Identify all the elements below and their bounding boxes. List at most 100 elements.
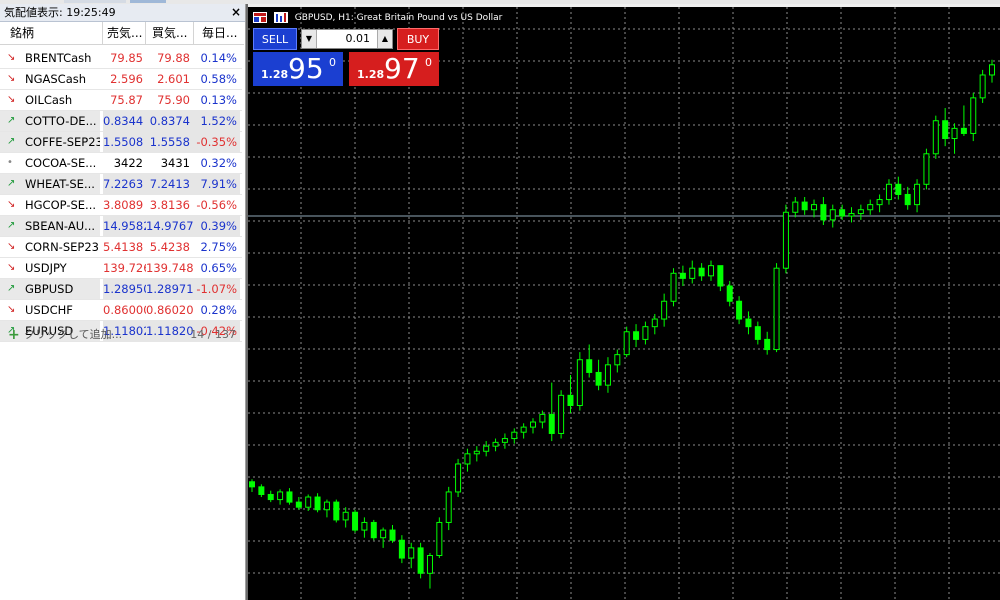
symbol-cell[interactable]: ↗ COFFE-SEP23 xyxy=(0,132,100,152)
symbol-name: USDCHF xyxy=(25,303,73,317)
candle-body-up xyxy=(558,394,565,434)
plus-icon: + xyxy=(8,327,20,343)
chart-title: GBPUSD, H1: Great Britain Pound vs US Do… xyxy=(294,13,503,23)
column-header-daily-change[interactable]: 毎日... xyxy=(194,22,241,44)
candle xyxy=(426,552,433,589)
symbol-cell[interactable]: ↗ COTTO-DE... xyxy=(0,111,100,131)
candle xyxy=(595,359,602,391)
candle xyxy=(258,484,265,498)
arrow-up-icon: ↗ xyxy=(7,115,16,126)
candle xyxy=(661,293,668,327)
candle-body-up xyxy=(511,431,518,440)
ask-cell: 0.86020 xyxy=(146,300,194,320)
candle-body-up xyxy=(445,491,452,523)
candle-body-down xyxy=(314,496,321,511)
change-cell: -0.35% xyxy=(194,132,240,152)
table-row[interactable]: ↘ USDCHF 0.86000 0.86020 0.28% xyxy=(0,300,242,321)
candle-body-up xyxy=(782,211,789,269)
candle-body-up xyxy=(492,441,499,447)
change-cell: 1.52% xyxy=(194,111,240,131)
column-header-bid[interactable]: 売気... xyxy=(103,22,146,44)
candle xyxy=(764,331,771,355)
symbol-cell[interactable]: ↘ USDCHF xyxy=(0,300,100,320)
candle-body-up xyxy=(932,120,939,155)
table-row[interactable]: • COCOA-SE... 3422 3431 0.32% xyxy=(0,153,242,174)
table-row[interactable]: ↘ USDJPY 139.726 139.748 0.65% xyxy=(0,258,242,279)
bid-cell: 3422 xyxy=(103,153,146,173)
symbol-count: 14 / 137 xyxy=(190,328,236,341)
bid-cell: 1.28950 xyxy=(103,279,146,299)
ask-cell: 75.90 xyxy=(146,90,194,110)
arrow-down-icon: ↘ xyxy=(7,73,16,84)
candle xyxy=(839,204,846,220)
market-watch-rows: ↘ BRENTCash 79.85 79.88 0.14% ↘ NGASCash 2.596 2… xyxy=(0,48,242,342)
candle-body-down xyxy=(333,501,340,521)
candle-body-up xyxy=(380,529,387,539)
symbol-cell[interactable]: ↘ CORN-SEP23 xyxy=(0,237,100,257)
table-row[interactable]: ↗ WHEAT-SE... 7.2263 7.2413 7.91% xyxy=(0,174,242,195)
table-row[interactable]: ↘ BRENTCash 79.85 79.88 0.14% xyxy=(0,48,242,69)
table-row[interactable]: ↘ OILCash 75.87 75.90 0.13% xyxy=(0,90,242,111)
candle xyxy=(801,197,808,215)
symbol-name: SBEAN-AU... xyxy=(25,219,96,233)
candle-body-down xyxy=(754,326,761,340)
candle-body-up xyxy=(530,421,537,428)
arrow-up-icon: ↗ xyxy=(7,220,16,231)
candle-body-up xyxy=(305,496,312,508)
candle-body-down xyxy=(595,371,602,386)
candle xyxy=(267,490,274,503)
symbol-cell[interactable]: ↘ OILCash xyxy=(0,90,100,110)
buy-button[interactable]: BUY xyxy=(397,28,439,50)
candle-body-down xyxy=(567,394,574,406)
column-header-symbol[interactable]: 銘柄 xyxy=(0,22,103,44)
bid-cell: 7.2263 xyxy=(103,174,146,194)
arrow-up-icon: ↗ xyxy=(7,136,16,147)
candle-body-down xyxy=(370,521,377,539)
candle xyxy=(455,458,462,498)
column-header-ask[interactable]: 買気... xyxy=(146,22,194,44)
symbol-cell[interactable]: ↗ WHEAT-SE... xyxy=(0,174,100,194)
table-row[interactable]: ↘ NGASCash 2.596 2.601 0.58% xyxy=(0,69,242,90)
candle xyxy=(698,263,705,281)
symbol-cell[interactable]: ↘ HGCOP-SE... xyxy=(0,195,100,215)
dot-icon: • xyxy=(7,157,13,168)
symbol-cell[interactable]: ↗ GBPUSD xyxy=(0,279,100,299)
candle xyxy=(342,507,349,528)
candle-body-down xyxy=(633,331,640,340)
lot-increase-icon[interactable]: ▲ xyxy=(377,30,392,48)
candle xyxy=(408,542,415,569)
candle xyxy=(323,499,330,518)
price-chart[interactable]: GBPUSD, H1: Great Britain Pound vs US Do… xyxy=(248,7,1000,600)
symbol-cell[interactable]: ↘ BRENTCash xyxy=(0,48,100,68)
change-cell: 0.32% xyxy=(194,153,240,173)
table-row[interactable]: ↗ SBEAN-AU... 14.9582 14.9767 0.39% xyxy=(0,216,242,237)
sell-button[interactable]: SELL xyxy=(253,28,297,50)
candle xyxy=(951,123,958,154)
lot-size-stepper[interactable]: ▼ 0.01 ▲ xyxy=(301,29,393,49)
candle-body-up xyxy=(876,199,883,206)
symbol-cell[interactable]: ↘ USDJPY xyxy=(0,258,100,278)
candle xyxy=(923,148,930,190)
change-cell: 0.65% xyxy=(194,258,240,278)
symbol-name: CORN-SEP23 xyxy=(25,240,99,254)
table-row[interactable]: ↘ CORN-SEP23 5.4138 5.4238 2.75% xyxy=(0,237,242,258)
buy-price-display[interactable]: 1.28 97 0 xyxy=(349,52,439,86)
arrow-down-icon: ↘ xyxy=(7,94,16,105)
add-symbol-row[interactable]: + クリックして追加... 14 / 137 xyxy=(0,324,242,346)
buy-price-fraction: 0 xyxy=(425,56,432,69)
lot-decrease-icon[interactable]: ▼ xyxy=(302,30,317,48)
table-row[interactable]: ↘ HGCOP-SE... 3.8089 3.8136 -0.56% xyxy=(0,195,242,216)
table-row[interactable]: ↗ GBPUSD 1.28950 1.28971 -1.07% xyxy=(0,279,242,300)
candle xyxy=(829,204,836,228)
close-icon[interactable]: × xyxy=(231,4,241,21)
symbol-cell[interactable]: ↗ SBEAN-AU... xyxy=(0,216,100,236)
candle-body-up xyxy=(951,127,958,140)
sell-price-display[interactable]: 1.28 95 0 xyxy=(253,52,343,86)
symbol-cell[interactable]: • COCOA-SE... xyxy=(0,153,100,173)
lot-size-input[interactable]: 0.01 xyxy=(318,30,376,48)
candle xyxy=(679,265,686,286)
table-row[interactable]: ↗ COFFE-SEP23 1.5508 1.5558 -0.35% xyxy=(0,132,242,153)
candle-body-up xyxy=(323,501,330,511)
symbol-cell[interactable]: ↘ NGASCash xyxy=(0,69,100,89)
table-row[interactable]: ↗ COTTO-DE... 0.8344 0.8374 1.52% xyxy=(0,111,242,132)
